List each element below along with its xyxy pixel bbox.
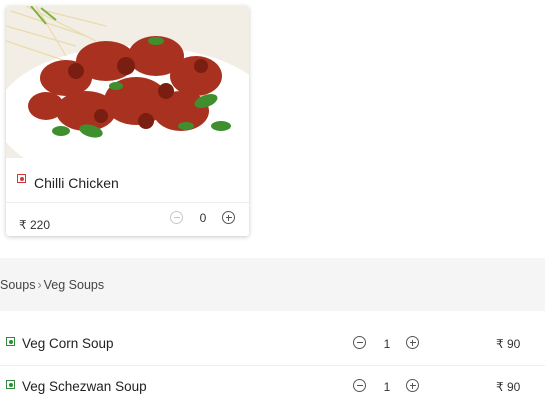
card-title-row: Chilli Chicken xyxy=(6,158,249,203)
list-item: Veg Corn Soup 1 ₹ 90 xyxy=(0,322,545,366)
menu-item-card[interactable]: Chilli Chicken ₹ 220 0 xyxy=(6,6,249,236)
breadcrumb-subcategory: Veg Soups xyxy=(43,278,105,292)
plus-icon[interactable] xyxy=(406,336,419,349)
breadcrumb-category[interactable]: Soups xyxy=(0,278,35,292)
minus-icon[interactable] xyxy=(353,379,366,392)
card-price: ₹ 220 xyxy=(19,218,50,232)
item-name: Veg Corn Soup xyxy=(22,336,114,351)
veg-icon xyxy=(6,380,15,389)
veg-icon xyxy=(6,337,15,346)
plus-icon[interactable] xyxy=(406,379,419,392)
item-price: ₹ 90 xyxy=(496,380,521,394)
list-item: Veg Schezwan Soup 1 ₹ 90 xyxy=(0,365,545,408)
nonveg-icon xyxy=(17,174,26,183)
food-image xyxy=(6,6,249,158)
quantity-value: 1 xyxy=(383,337,391,351)
item-price: ₹ 90 xyxy=(496,337,521,351)
minus-icon[interactable] xyxy=(170,211,183,224)
quantity-value: 1 xyxy=(383,380,391,394)
section-header: Soups › Veg Soups xyxy=(0,258,545,311)
plus-icon[interactable] xyxy=(222,211,235,224)
card-title: Chilli Chicken xyxy=(34,175,119,191)
item-name: Veg Schezwan Soup xyxy=(22,379,147,394)
minus-icon[interactable] xyxy=(353,336,366,349)
quantity-value: 0 xyxy=(199,211,207,225)
breadcrumb: Soups › Veg Soups xyxy=(0,278,104,292)
breadcrumb-separator: › xyxy=(37,278,42,292)
